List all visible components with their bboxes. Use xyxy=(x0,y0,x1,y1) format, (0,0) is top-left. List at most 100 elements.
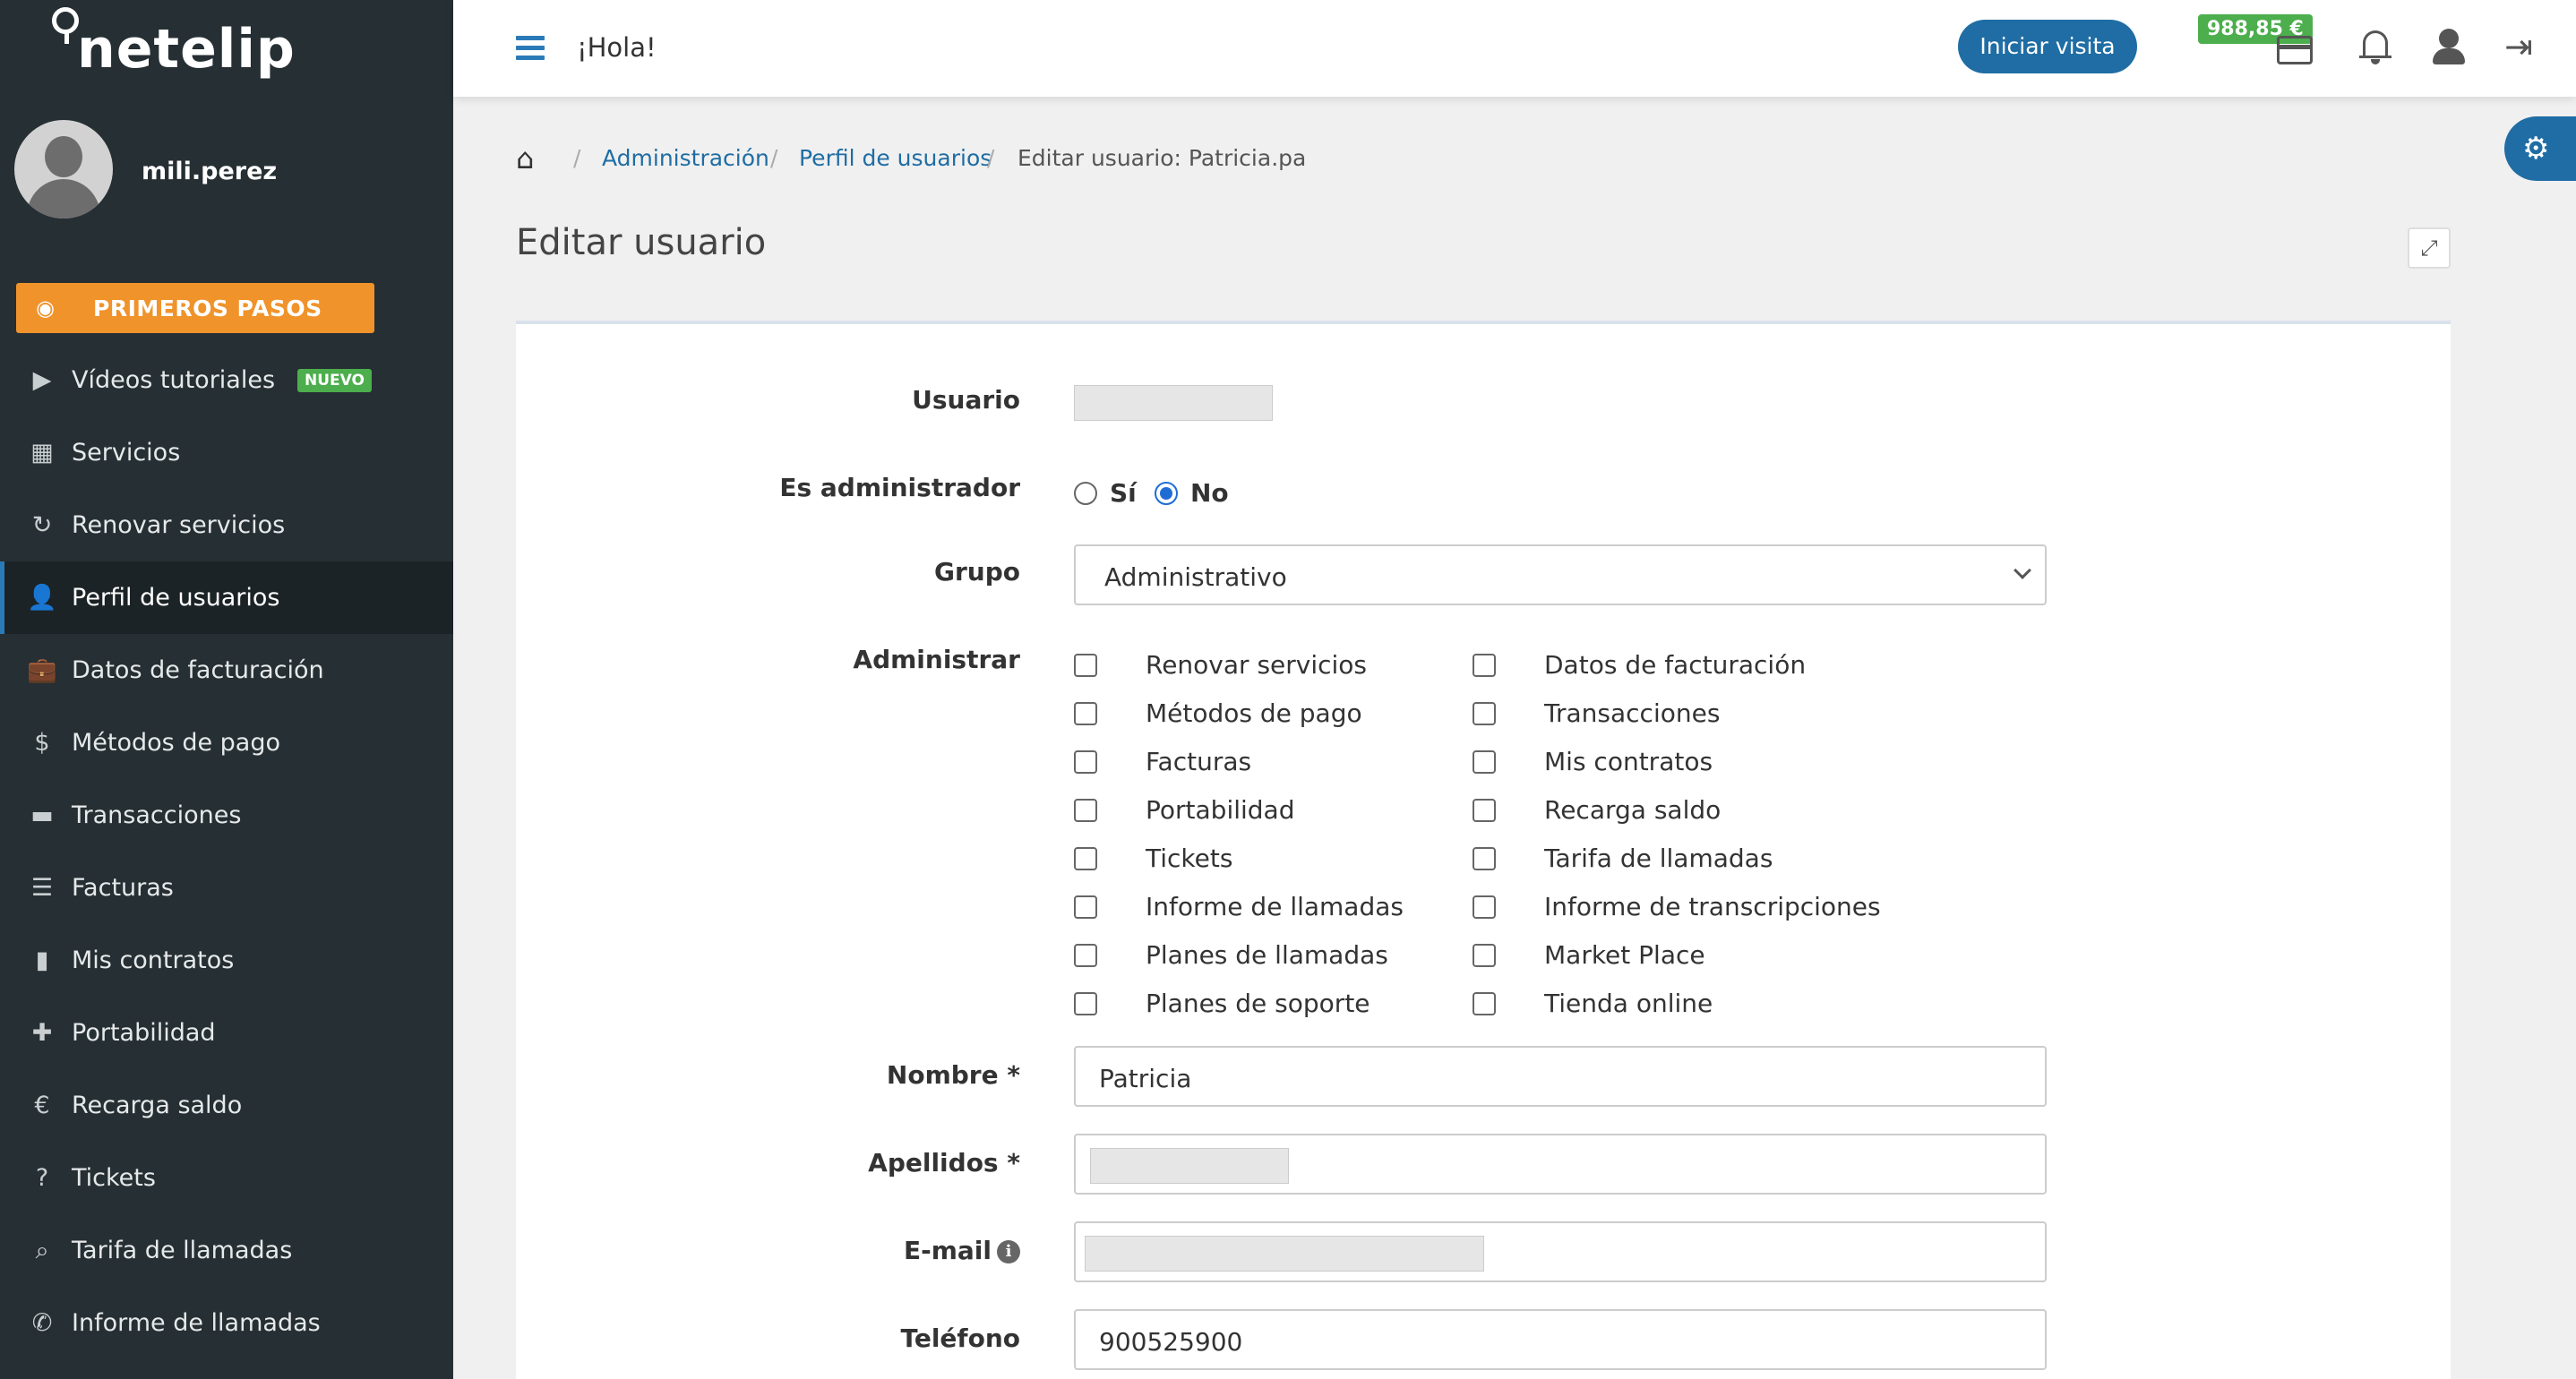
permission-label: Informe de llamadas xyxy=(1146,892,1404,921)
user-icon: 👤 xyxy=(27,584,57,612)
sidebar-item-informe-de-llamadas[interactable]: ✆ Informe de llamadas xyxy=(0,1287,453,1359)
sidebar-item-perfil-de-usuarios[interactable]: 👤 Perfil de usuarios xyxy=(0,561,453,634)
first-steps-button[interactable]: ◉ PRIMEROS PASOS xyxy=(16,283,374,333)
permission-label: Renovar servicios xyxy=(1146,650,1368,680)
sidebar-item-label: Mis contratos xyxy=(72,946,235,974)
permission-checkbox[interactable] xyxy=(1473,944,1496,967)
settings-gear-icon[interactable]: ⚙ xyxy=(2504,116,2576,181)
briefcase-icon: 💼 xyxy=(27,656,57,684)
permission-label: Planes de soporte xyxy=(1146,989,1370,1018)
credit-card-icon: ▬ xyxy=(30,801,54,829)
sidebar-item-facturas[interactable]: ☰ Facturas xyxy=(0,852,453,924)
permission-checkbox[interactable] xyxy=(1473,799,1496,822)
new-badge: NUEVO xyxy=(297,369,372,392)
admin-label: Es administrador xyxy=(779,473,1020,502)
plus-icon: ✚ xyxy=(31,1019,53,1047)
search-icon: ⌕ xyxy=(35,1237,49,1264)
grupo-select-value: Administrativo xyxy=(1104,562,1287,592)
permission-checkbox[interactable] xyxy=(1473,895,1496,919)
refresh-icon: ↻ xyxy=(31,511,53,539)
info-icon[interactable]: i xyxy=(997,1240,1020,1263)
sidebar-item-videos-tutoriales[interactable]: ▶ Vídeos tutoriales NUEVO xyxy=(0,344,453,416)
menu-toggle-icon[interactable] xyxy=(516,36,545,61)
grupo-select[interactable]: Administrativo xyxy=(1074,544,2047,605)
permission-checkbox[interactable] xyxy=(1074,895,1097,919)
breadcrumb-separator: / xyxy=(987,145,995,171)
sidebar-nav: ▶ Vídeos tutoriales NUEVO ▦ Servicios ↻ Renova… xyxy=(0,344,453,1359)
logo-text: netelip xyxy=(77,18,296,81)
sidebar-item-portabilidad[interactable]: ✚ Portabilidad xyxy=(0,997,453,1069)
edit-user-form: Usuario Es administrador Grupo Administr… xyxy=(516,321,2451,1379)
permission-label: Tarifa de llamadas xyxy=(1544,844,1773,873)
video-icon: ▶ xyxy=(32,366,52,394)
permission-label: Portabilidad xyxy=(1146,795,1295,825)
sidebar-item-datos-de-facturacion[interactable]: 💼 Datos de facturación xyxy=(0,634,453,707)
permission-checkbox[interactable] xyxy=(1473,750,1496,774)
breadcrumb-administracion[interactable]: Administración xyxy=(602,145,769,171)
permission-label: Métodos de pago xyxy=(1146,698,1362,728)
permission-checkbox[interactable] xyxy=(1473,654,1496,677)
sidebar-item-label: Tarifa de llamadas xyxy=(72,1237,293,1264)
permission-label: Tienda online xyxy=(1544,989,1713,1018)
user-account-icon[interactable] xyxy=(2429,27,2469,66)
sidebar-item-label: Vídeos tutoriales xyxy=(72,366,276,394)
start-visit-button[interactable]: Iniciar visita xyxy=(1958,20,2137,73)
permission-checkbox[interactable] xyxy=(1473,702,1496,725)
permission-checkbox[interactable] xyxy=(1074,944,1097,967)
netelip-logo[interactable]: netelip xyxy=(50,7,295,93)
sidebar-item-tarifa-de-llamadas[interactable]: ⌕ Tarifa de llamadas xyxy=(0,1214,453,1287)
sidebar-item-label: Informe de llamadas xyxy=(72,1309,321,1337)
admin-yes-radio[interactable] xyxy=(1074,482,1097,505)
telefono-input[interactable]: 900525900 xyxy=(1074,1309,2047,1370)
administrar-label: Administrar xyxy=(853,645,1020,674)
user-profile: mili.perez xyxy=(14,120,444,220)
nombre-label: Nombre * xyxy=(886,1060,1020,1090)
sidebar-item-transacciones[interactable]: ▬ Transacciones xyxy=(0,779,453,852)
home-icon[interactable]: ⌂ xyxy=(516,141,534,176)
breadcrumb-current: Editar usuario: Patricia.pa xyxy=(1018,145,1307,171)
usuario-field[interactable] xyxy=(1074,385,1273,421)
sidebar-item-metodos-de-pago[interactable]: $ Métodos de pago xyxy=(0,707,453,779)
permission-label: Transacciones xyxy=(1544,698,1721,728)
apellidos-redacted xyxy=(1090,1148,1289,1184)
avatar[interactable] xyxy=(14,120,113,218)
permission-checkbox[interactable] xyxy=(1074,992,1097,1015)
sidebar-item-label: Métodos de pago xyxy=(72,729,280,757)
sidebar-item-servicios[interactable]: ▦ Servicios xyxy=(0,416,453,489)
expand-icon[interactable]: ⤢ xyxy=(2408,227,2451,269)
permission-checkbox[interactable] xyxy=(1074,750,1097,774)
greeting: ¡Hola! xyxy=(577,32,657,63)
permission-label: Informe de transcripciones xyxy=(1544,892,1881,921)
permission-checkbox[interactable] xyxy=(1074,847,1097,870)
bell-icon[interactable] xyxy=(2356,27,2395,66)
credit-card-icon[interactable] xyxy=(2277,36,2313,64)
permission-checkbox[interactable] xyxy=(1473,992,1496,1015)
email-label: E-mail xyxy=(903,1236,992,1265)
sidebar-item-mis-contratos[interactable]: ▮ Mis contratos xyxy=(0,924,453,997)
permission-checkbox[interactable] xyxy=(1473,847,1496,870)
sidebar-item-recarga-saldo[interactable]: € Recarga saldo xyxy=(0,1069,453,1142)
logout-icon[interactable]: ⇥ xyxy=(2504,27,2544,66)
permission-checkbox[interactable] xyxy=(1074,654,1097,677)
breadcrumb-separator: / xyxy=(770,145,778,171)
sidebar-item-renovar-servicios[interactable]: ↻ Renovar servicios xyxy=(0,489,453,561)
permission-checkbox[interactable] xyxy=(1074,702,1097,725)
list-icon: ☰ xyxy=(30,874,54,902)
phone-icon: ✆ xyxy=(31,1309,53,1337)
file-icon: ▮ xyxy=(35,946,49,974)
email-label-row: E-mail i xyxy=(904,1236,1020,1265)
sidebar-item-label: Transacciones xyxy=(72,801,242,829)
telefono-value: 900525900 xyxy=(1099,1327,1243,1357)
sidebar-item-tickets[interactable]: ? Tickets xyxy=(0,1142,453,1214)
breadcrumb-perfil-usuarios[interactable]: Perfil de usuarios xyxy=(799,145,992,171)
sidebar-item-label: Perfil de usuarios xyxy=(72,584,280,612)
nombre-input[interactable]: Patricia xyxy=(1074,1046,2047,1107)
usuario-label: Usuario xyxy=(912,385,1020,415)
topbar: ¡Hola! Iniciar visita 988,85 € ⇥ xyxy=(453,0,2576,97)
apellidos-input[interactable] xyxy=(1074,1134,2047,1195)
admin-no-radio[interactable] xyxy=(1155,482,1178,505)
euro-icon: € xyxy=(34,1092,50,1119)
email-input[interactable] xyxy=(1074,1221,2047,1282)
breadcrumb-separator: / xyxy=(573,145,581,171)
permission-checkbox[interactable] xyxy=(1074,799,1097,822)
